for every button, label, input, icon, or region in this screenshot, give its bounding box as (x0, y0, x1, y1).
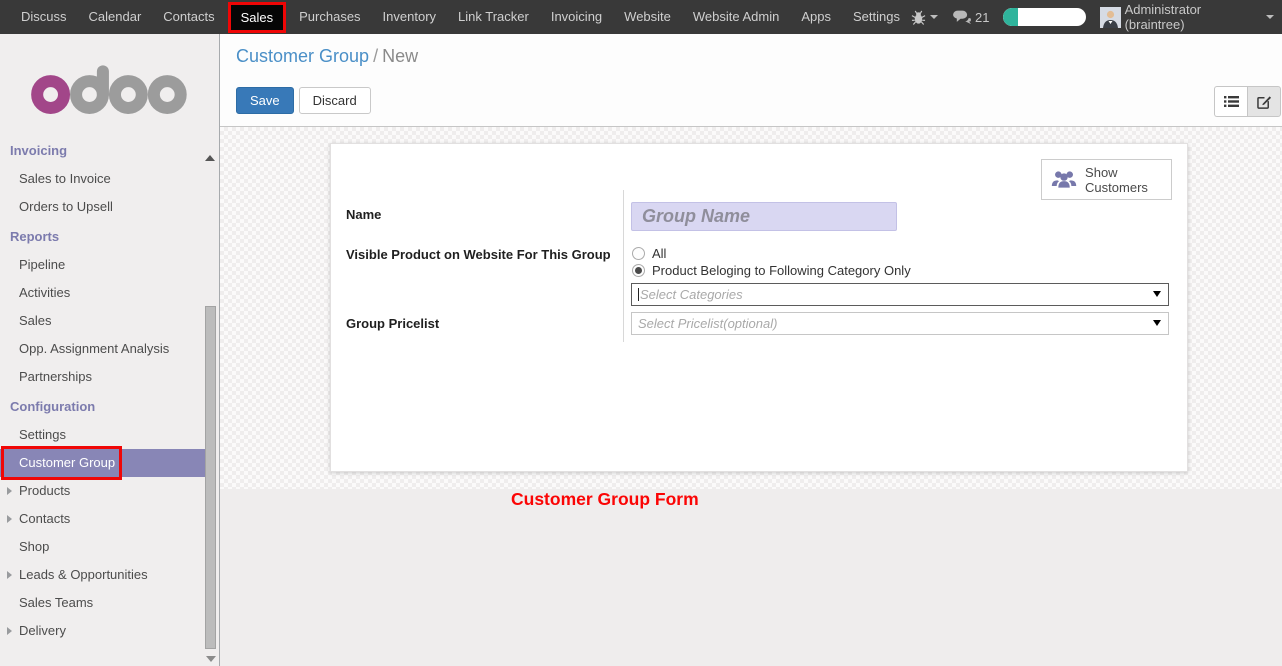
dropdown-caret-icon (1153, 291, 1161, 297)
expand-caret-icon (7, 515, 12, 523)
menu-item-settings[interactable]: Settings (842, 0, 911, 34)
menu-item-sales[interactable]: Sales (228, 2, 287, 33)
topbar-right: 21 Administrator (braintree) (911, 2, 1282, 32)
show-customers-label: Show Customers (1085, 165, 1171, 195)
sidebar-item-sales[interactable]: Sales (0, 307, 219, 335)
expand-caret-icon (7, 487, 12, 495)
expand-caret-icon (7, 571, 12, 579)
sidebar-item-label: Contacts (19, 511, 70, 526)
save-button[interactable]: Save (236, 87, 294, 114)
user-name: Administrator (braintree) (1125, 2, 1262, 32)
topbar-menu: Discuss Calendar Contacts Sales Purchase… (0, 0, 911, 34)
categories-select[interactable]: Select Categories (631, 283, 1169, 306)
discard-button[interactable]: Discard (299, 87, 371, 114)
menu-item-link-tracker[interactable]: Link Tracker (447, 0, 540, 34)
scrollbar-thumb[interactable] (205, 306, 216, 649)
odoo-logo (0, 34, 219, 119)
dropdown-caret-icon (1153, 320, 1161, 326)
timer-progress (1003, 8, 1018, 26)
menu-item-website-admin[interactable]: Website Admin (682, 0, 790, 34)
sidebar-item-sales-to-invoice[interactable]: Sales to Invoice (0, 165, 219, 193)
scroll-down-icon[interactable] (206, 656, 216, 662)
list-view-icon (1224, 95, 1239, 108)
radio-category-label: Product Beloging to Following Category O… (652, 263, 911, 278)
form-view-icon (1257, 95, 1272, 109)
bug-icon (911, 10, 926, 25)
sidebar-item-leads-opportunities[interactable]: Leads & Opportunities (0, 561, 219, 589)
content-area: Show Customers Name Visible Product on W… (220, 127, 1282, 489)
timer-pill[interactable] (1003, 8, 1086, 26)
radio-all-label: All (652, 246, 666, 261)
expand-caret-icon (7, 627, 12, 635)
sidebar-item-delivery[interactable]: Delivery (0, 617, 219, 645)
pricelist-field-label: Group Pricelist (346, 316, 439, 331)
menu-item-calendar[interactable]: Calendar (78, 0, 153, 34)
radio-option-category[interactable]: Product Beloging to Following Category O… (632, 263, 911, 278)
list-view-button[interactable] (1214, 86, 1247, 117)
debug-menu[interactable] (911, 10, 938, 25)
section-title-configuration: Configuration (0, 391, 219, 421)
sidebar-item-partnerships[interactable]: Partnerships (0, 363, 219, 391)
section-title-invoicing: Invoicing (0, 135, 219, 165)
avatar (1100, 7, 1121, 28)
pricelist-placeholder: Select Pricelist(optional) (638, 316, 777, 331)
menu-item-apps[interactable]: Apps (790, 0, 842, 34)
sidebar-item-pipeline[interactable]: Pipeline (0, 251, 219, 279)
chevron-down-icon (1266, 15, 1274, 19)
visibility-field-label: Visible Product on Website For This Grou… (346, 247, 611, 262)
radio-unchecked-icon[interactable] (632, 247, 645, 260)
sidebar-item-orders-to-upsell[interactable]: Orders to Upsell (0, 193, 219, 221)
chat-bubbles-icon (952, 10, 971, 25)
menu-item-purchases[interactable]: Purchases (288, 0, 371, 34)
chevron-down-icon (930, 15, 938, 19)
show-customers-button[interactable]: Show Customers (1041, 159, 1172, 200)
breadcrumb: Customer Group/New (236, 46, 418, 67)
categories-placeholder: Select Categories (640, 287, 743, 302)
sidebar-item-opp-assignment-analysis[interactable]: Opp. Assignment Analysis (0, 335, 219, 363)
label-column-separator (623, 190, 624, 342)
breadcrumb-current: New (382, 46, 418, 66)
menu-item-invoicing[interactable]: Invoicing (540, 0, 613, 34)
sidebar-item-label: Products (19, 483, 70, 498)
menu-item-inventory[interactable]: Inventory (372, 0, 447, 34)
sidebar-item-shop[interactable]: Shop (0, 533, 219, 561)
message-count: 21 (975, 10, 989, 25)
menu-item-contacts[interactable]: Contacts (152, 0, 225, 34)
user-menu[interactable]: Administrator (braintree) (1100, 2, 1274, 32)
menu-item-discuss[interactable]: Discuss (10, 0, 78, 34)
people-group-icon (1051, 168, 1077, 191)
form-view-button[interactable] (1247, 86, 1281, 117)
sidebar-item-label: Delivery (19, 623, 66, 638)
breadcrumb-separator: / (369, 46, 382, 66)
bottom-strip: Customer Group Form (220, 489, 1282, 666)
topbar: Discuss Calendar Contacts Sales Purchase… (0, 0, 1282, 34)
sidebar-item-customer-group[interactable]: Customer Group (0, 449, 205, 477)
sidebar-item-label: Leads & Opportunities (19, 567, 148, 582)
annotation-caption: Customer Group Form (511, 489, 699, 510)
form-action-buttons: Save Discard (236, 87, 371, 114)
customer-group-form: Show Customers Name Visible Product on W… (330, 143, 1188, 472)
content-header: Customer Group/New Save Discard (220, 34, 1282, 127)
view-switcher (1214, 86, 1281, 117)
name-field-label: Name (346, 207, 381, 222)
sidebar-item-settings[interactable]: Settings (0, 421, 219, 449)
pricelist-select[interactable]: Select Pricelist(optional) (631, 312, 1169, 335)
radio-checked-icon[interactable] (632, 264, 645, 277)
radio-option-all[interactable]: All (632, 246, 666, 261)
sidebar-menu: Invoicing Sales to Invoice Orders to Ups… (0, 135, 219, 645)
sidebar-item-activities[interactable]: Activities (0, 279, 219, 307)
messages-indicator[interactable]: 21 (952, 10, 989, 25)
scroll-up-icon[interactable] (205, 138, 215, 161)
sidebar-item-products[interactable]: Products (0, 477, 219, 505)
menu-item-website[interactable]: Website (613, 0, 682, 34)
section-title-reports: Reports (0, 221, 219, 251)
text-cursor (638, 288, 639, 301)
sidebar-item-sales-teams[interactable]: Sales Teams (0, 589, 219, 617)
sidebar-item-label: Customer Group (19, 455, 115, 470)
sidebar: Invoicing Sales to Invoice Orders to Ups… (0, 34, 220, 666)
sidebar-item-contacts[interactable]: Contacts (0, 505, 219, 533)
breadcrumb-parent-link[interactable]: Customer Group (236, 46, 369, 66)
sidebar-scrollbar (205, 138, 216, 662)
group-name-input[interactable] (631, 202, 897, 231)
